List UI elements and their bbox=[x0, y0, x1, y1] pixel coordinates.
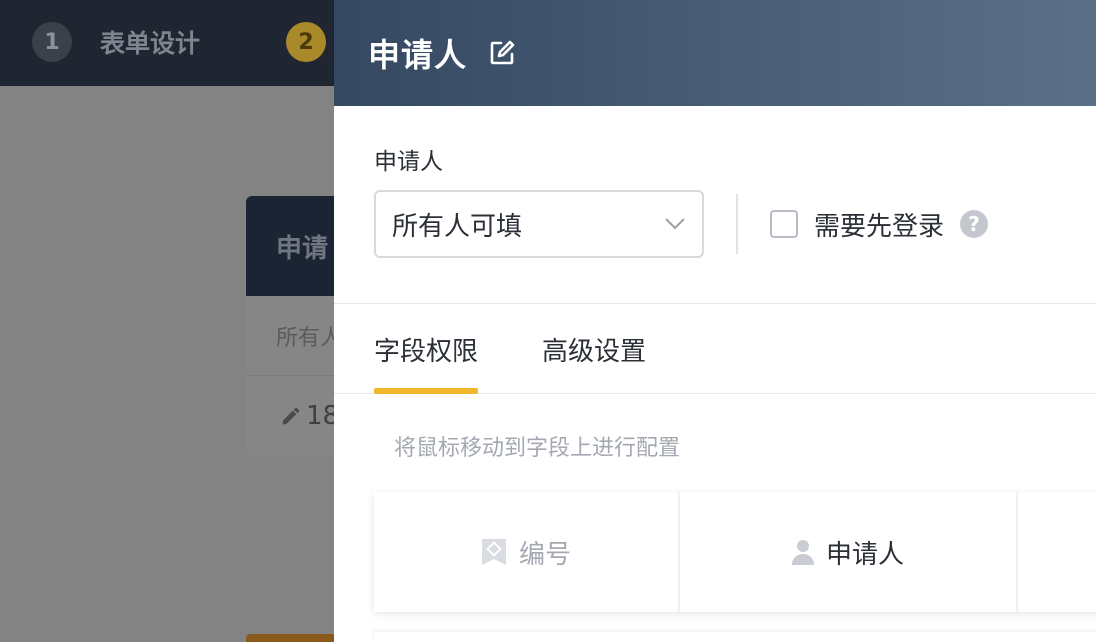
require-login-label[interactable]: 需要先登录 bbox=[814, 206, 944, 243]
field-item-applicant[interactable]: 申请人 bbox=[680, 492, 1018, 612]
step-2-number: 2 bbox=[286, 22, 326, 62]
background-next-node-edge bbox=[246, 634, 336, 642]
step-1-label: 表单设计 bbox=[100, 29, 201, 58]
field-item-number-label: 编号 bbox=[518, 539, 571, 570]
drawer-title: 申请人 bbox=[368, 36, 468, 74]
fill-permission-select-value: 所有人可填 bbox=[392, 211, 523, 242]
tab-field-permissions[interactable]: 字段权限 bbox=[374, 304, 479, 394]
field-item-applicant-label: 申请人 bbox=[825, 539, 904, 570]
background-node-card-title: 申请 bbox=[276, 233, 329, 264]
step-1[interactable]: 1 表单设计 bbox=[32, 22, 200, 62]
applicant-section-label: 申请人 bbox=[374, 149, 443, 175]
background-node-card-row-text: 所有人 bbox=[276, 325, 343, 351]
step-2[interactable]: 2 bbox=[286, 22, 326, 62]
vertical-divider bbox=[736, 194, 738, 254]
fill-permission-select[interactable]: 所有人可填 bbox=[374, 190, 704, 258]
edit-title-icon[interactable] bbox=[487, 38, 517, 68]
tab-advanced-settings[interactable]: 高级设置 bbox=[542, 304, 646, 394]
help-icon[interactable]: ? bbox=[960, 210, 989, 238]
field-config-hint: 将鼠标移动到字段上进行配置 bbox=[394, 436, 681, 461]
applicant-settings-section: 申请人 所有人可填 需要先登录 ? bbox=[334, 106, 1096, 304]
node-settings-drawer: 申请人 申请人 所有人可填 需要先登录 ? 字段权限 高级设置 将鼠标移动到字段… bbox=[334, 0, 1096, 642]
drawer-header: 申请人 bbox=[334, 0, 1096, 106]
chevron-down-icon bbox=[665, 218, 685, 230]
applicant-controls: 所有人可填 需要先登录 ? bbox=[374, 190, 1096, 258]
step-1-number: 1 bbox=[32, 22, 72, 62]
pencil-icon bbox=[282, 407, 300, 425]
field-item-number[interactable]: 编号 bbox=[374, 492, 680, 612]
field-list: 编号 申请人 bbox=[374, 492, 1096, 612]
user-icon bbox=[791, 540, 814, 565]
require-login-checkbox[interactable] bbox=[770, 210, 798, 238]
drawer-tabs: 字段权限 高级设置 bbox=[334, 304, 1096, 394]
next-field-row-edge bbox=[374, 632, 1096, 642]
flag-icon bbox=[481, 539, 506, 565]
field-item-next[interactable] bbox=[1018, 492, 1096, 612]
